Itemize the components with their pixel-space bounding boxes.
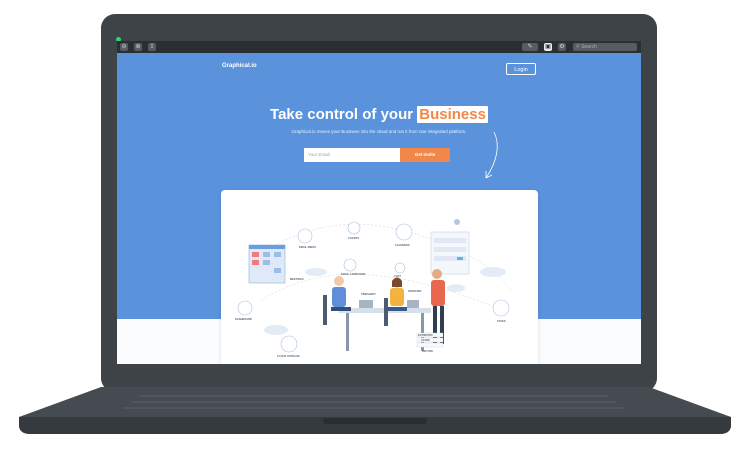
- share-icon: ⇪: [149, 44, 155, 50]
- label-chat: CHAT: [394, 275, 402, 278]
- login-button[interactable]: Login: [506, 63, 536, 75]
- zoom-in-button[interactable]: ⊕: [134, 43, 142, 51]
- label-calendar: CALENDAR: [395, 244, 410, 247]
- curved-arrow-icon: [485, 131, 498, 179]
- email-field[interactable]: Your Email: [304, 148, 400, 162]
- zoom-in-icon: ⊕: [135, 44, 141, 50]
- print-button[interactable]: ▣: [544, 43, 552, 51]
- team-illustration: [237, 219, 512, 353]
- label-cloud-storage: CLOUD STORAGE: [277, 355, 300, 358]
- gear-icon: ⚙: [559, 44, 565, 50]
- label-estimates: ESTIMATES: [418, 334, 433, 337]
- label-leads: LEADS: [421, 339, 430, 342]
- get-invite-button[interactable]: Get Invite: [400, 148, 450, 162]
- zoom-out-button[interactable]: ⊖: [120, 43, 128, 51]
- label-email-inbox: EMAIL INBOX: [299, 246, 316, 249]
- label-timesheet: TIMESHEET: [361, 293, 376, 296]
- headline-highlight: Business: [417, 106, 488, 123]
- edit-button[interactable]: ✎: [522, 43, 538, 51]
- zoom-out-icon: ⊖: [121, 44, 127, 50]
- laptop-base: [19, 387, 731, 434]
- label-email-campaigns: EMAIL CAMPAIGNS: [341, 273, 366, 276]
- settings-button[interactable]: ⚙: [558, 43, 566, 51]
- label-dashboard: DASHBOARD: [235, 318, 252, 321]
- share-button[interactable]: ⇪: [148, 43, 156, 51]
- hero-headline: Take control of your Business: [117, 106, 641, 123]
- headline-text: Take control of your: [270, 106, 414, 123]
- pencil-icon: ✎: [527, 44, 533, 50]
- label-tasks: TASKS: [497, 320, 506, 323]
- browser-screen: ⊖ ⊕ ⇪ ✎ ▣ ⚙ ⚲ Search Graphical.io Login …: [117, 41, 641, 364]
- search-placeholder: Search: [581, 44, 597, 50]
- printer-icon: ▣: [545, 44, 551, 50]
- label-meetings: MEETINGS: [290, 278, 304, 281]
- illustration-card: EMAIL INBOX CLIENTS CALENDAR MEETINGS EM…: [221, 190, 538, 364]
- brand-logo[interactable]: Graphical.io: [222, 63, 257, 69]
- label-invoicing: INVOICING: [408, 290, 422, 293]
- label-clients: CLIENTS: [348, 237, 360, 240]
- label-sector: SECTOR: [422, 350, 433, 353]
- search-input[interactable]: ⚲ Search: [573, 43, 637, 51]
- hero-subtitle: Graphical.io moves your Business into th…: [291, 129, 467, 134]
